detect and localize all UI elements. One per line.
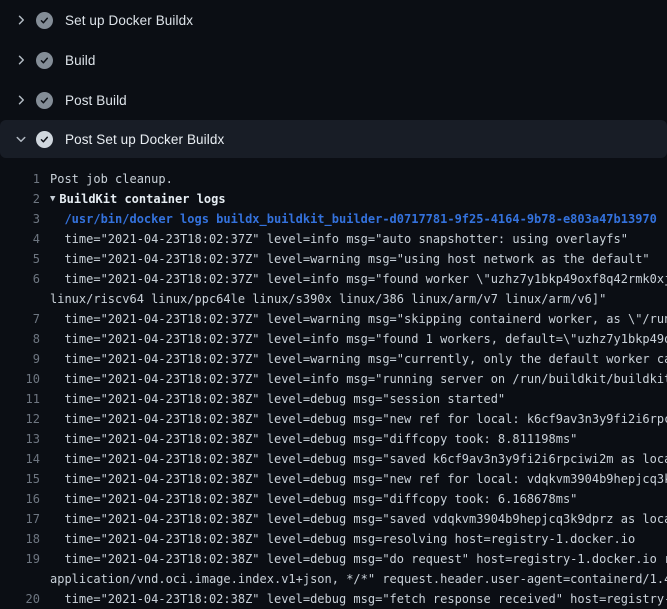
log-text: time="2021-04-23T18:02:37Z" level=warnin… [50,349,667,369]
log-text: time="2021-04-23T18:02:38Z" level=debug … [50,449,667,469]
step-header-post-build[interactable]: Post Build [0,80,667,120]
log-line: 14 time="2021-04-23T18:02:38Z" level=deb… [0,449,667,469]
log-line-number[interactable]: 15 [0,469,40,489]
log-text: time="2021-04-23T18:02:38Z" level=debug … [50,429,577,449]
log-line-number [0,289,40,309]
log-text: time="2021-04-23T18:02:38Z" level=debug … [50,549,667,569]
log-line-number[interactable]: 13 [0,429,40,449]
log-command-text: /usr/bin/docker logs buildx_buildkit_bui… [50,209,657,229]
log-text: linux/riscv64 linux/ppc64le linux/s390x … [50,289,606,309]
log-line: 3 /usr/bin/docker logs buildx_buildkit_b… [0,209,667,229]
log-line-number[interactable]: 16 [0,489,40,509]
log-viewer: 1 Post job cleanup. 2 ▼BuildKit container l… [0,158,667,609]
log-line: 11 time="2021-04-23T18:02:38Z" level=deb… [0,389,667,409]
check-circle-icon [36,12,53,29]
log-line-number[interactable]: 9 [0,349,40,369]
log-text: time="2021-04-23T18:02:38Z" level=debug … [50,529,635,549]
log-line: 20 time="2021-04-23T18:02:38Z" level=deb… [0,589,667,609]
log-line-number[interactable]: 20 [0,589,40,609]
log-line-number[interactable]: 10 [0,369,40,389]
log-line-number[interactable]: 3 [0,209,40,229]
log-line-number[interactable]: 12 [0,409,40,429]
log-line-number[interactable]: 4 [0,229,40,249]
step-title: Post Set up Docker Buildx [65,132,224,147]
log-line-number[interactable]: 11 [0,389,40,409]
log-line: 6 time="2021-04-23T18:02:37Z" level=info… [0,269,667,289]
log-text: time="2021-04-23T18:02:37Z" level=warnin… [50,309,667,329]
log-line-number [0,569,40,589]
log-line: 9 time="2021-04-23T18:02:37Z" level=warn… [0,349,667,369]
log-line-number[interactable]: 5 [0,249,40,269]
log-text: time="2021-04-23T18:02:38Z" level=debug … [50,509,667,529]
log-line: 5 time="2021-04-23T18:02:37Z" level=warn… [0,249,667,269]
chevron-down-icon [13,131,29,147]
log-line: 4 time="2021-04-23T18:02:37Z" level=info… [0,229,667,249]
chevron-right-icon [13,12,29,28]
log-text: time="2021-04-23T18:02:37Z" level=info m… [50,369,667,389]
log-text: BuildKit container logs [59,189,225,209]
log-text: time="2021-04-23T18:02:38Z" level=debug … [50,589,667,609]
chevron-right-icon [13,92,29,108]
log-line: 18 time="2021-04-23T18:02:38Z" level=deb… [0,529,667,549]
log-line-number[interactable]: 7 [0,309,40,329]
log-text: Post job cleanup. [50,169,173,189]
log-text: time="2021-04-23T18:02:37Z" level=info m… [50,329,667,349]
log-line: 16 time="2021-04-23T18:02:38Z" level=deb… [0,489,667,509]
check-circle-icon [36,131,53,148]
step-header-post-set-up-docker-buildx[interactable]: Post Set up Docker Buildx [0,120,667,158]
log-line-number[interactable]: 18 [0,529,40,549]
log-text: time="2021-04-23T18:02:37Z" level=info m… [50,269,667,289]
log-text: time="2021-04-23T18:02:37Z" level=warnin… [50,249,650,269]
log-line-number[interactable]: 19 [0,549,40,569]
log-line: 17 time="2021-04-23T18:02:38Z" level=deb… [0,509,667,529]
chevron-right-icon [13,52,29,68]
log-line-continuation: linux/riscv64 linux/ppc64le linux/s390x … [0,289,667,309]
log-line-number[interactable]: 14 [0,449,40,469]
log-text: time="2021-04-23T18:02:38Z" level=debug … [50,389,505,409]
log-line: 19 time="2021-04-23T18:02:38Z" level=deb… [0,549,667,569]
log-line-continuation: application/vnd.oci.image.index.v1+json,… [0,569,667,589]
log-line: 1 Post job cleanup. [0,169,667,189]
log-line: 12 time="2021-04-23T18:02:38Z" level=deb… [0,409,667,429]
log-line-number[interactable]: 2 [0,189,40,209]
step-title: Post Build [65,93,127,108]
log-line: 13 time="2021-04-23T18:02:38Z" level=deb… [0,429,667,449]
check-circle-icon [36,92,53,109]
step-title: Set up Docker Buildx [65,13,193,28]
log-line[interactable]: 2 ▼BuildKit container logs [0,189,667,209]
log-line: 8 time="2021-04-23T18:02:37Z" level=info… [0,329,667,349]
log-text: time="2021-04-23T18:02:38Z" level=debug … [50,409,667,429]
log-text: time="2021-04-23T18:02:38Z" level=debug … [50,489,577,509]
step-header-set-up-docker-buildx[interactable]: Set up Docker Buildx [0,0,667,40]
log-line-number[interactable]: 17 [0,509,40,529]
log-line: 10 time="2021-04-23T18:02:37Z" level=inf… [0,369,667,389]
triangle-down-icon: ▼ [50,189,55,209]
log-line-number[interactable]: 6 [0,269,40,289]
log-text: time="2021-04-23T18:02:37Z" level=info m… [50,229,628,249]
step-title: Build [65,53,96,68]
workflow-step-list: Set up Docker Buildx Build Post Build Post … [0,0,667,158]
log-line: 15 time="2021-04-23T18:02:38Z" level=deb… [0,469,667,489]
step-header-build[interactable]: Build [0,40,667,80]
log-line-number[interactable]: 1 [0,169,40,189]
log-text: time="2021-04-23T18:02:38Z" level=debug … [50,469,667,489]
log-line: 7 time="2021-04-23T18:02:37Z" level=warn… [0,309,667,329]
log-text: application/vnd.oci.image.index.v1+json,… [50,569,667,589]
log-line-number[interactable]: 8 [0,329,40,349]
check-circle-icon [36,52,53,69]
